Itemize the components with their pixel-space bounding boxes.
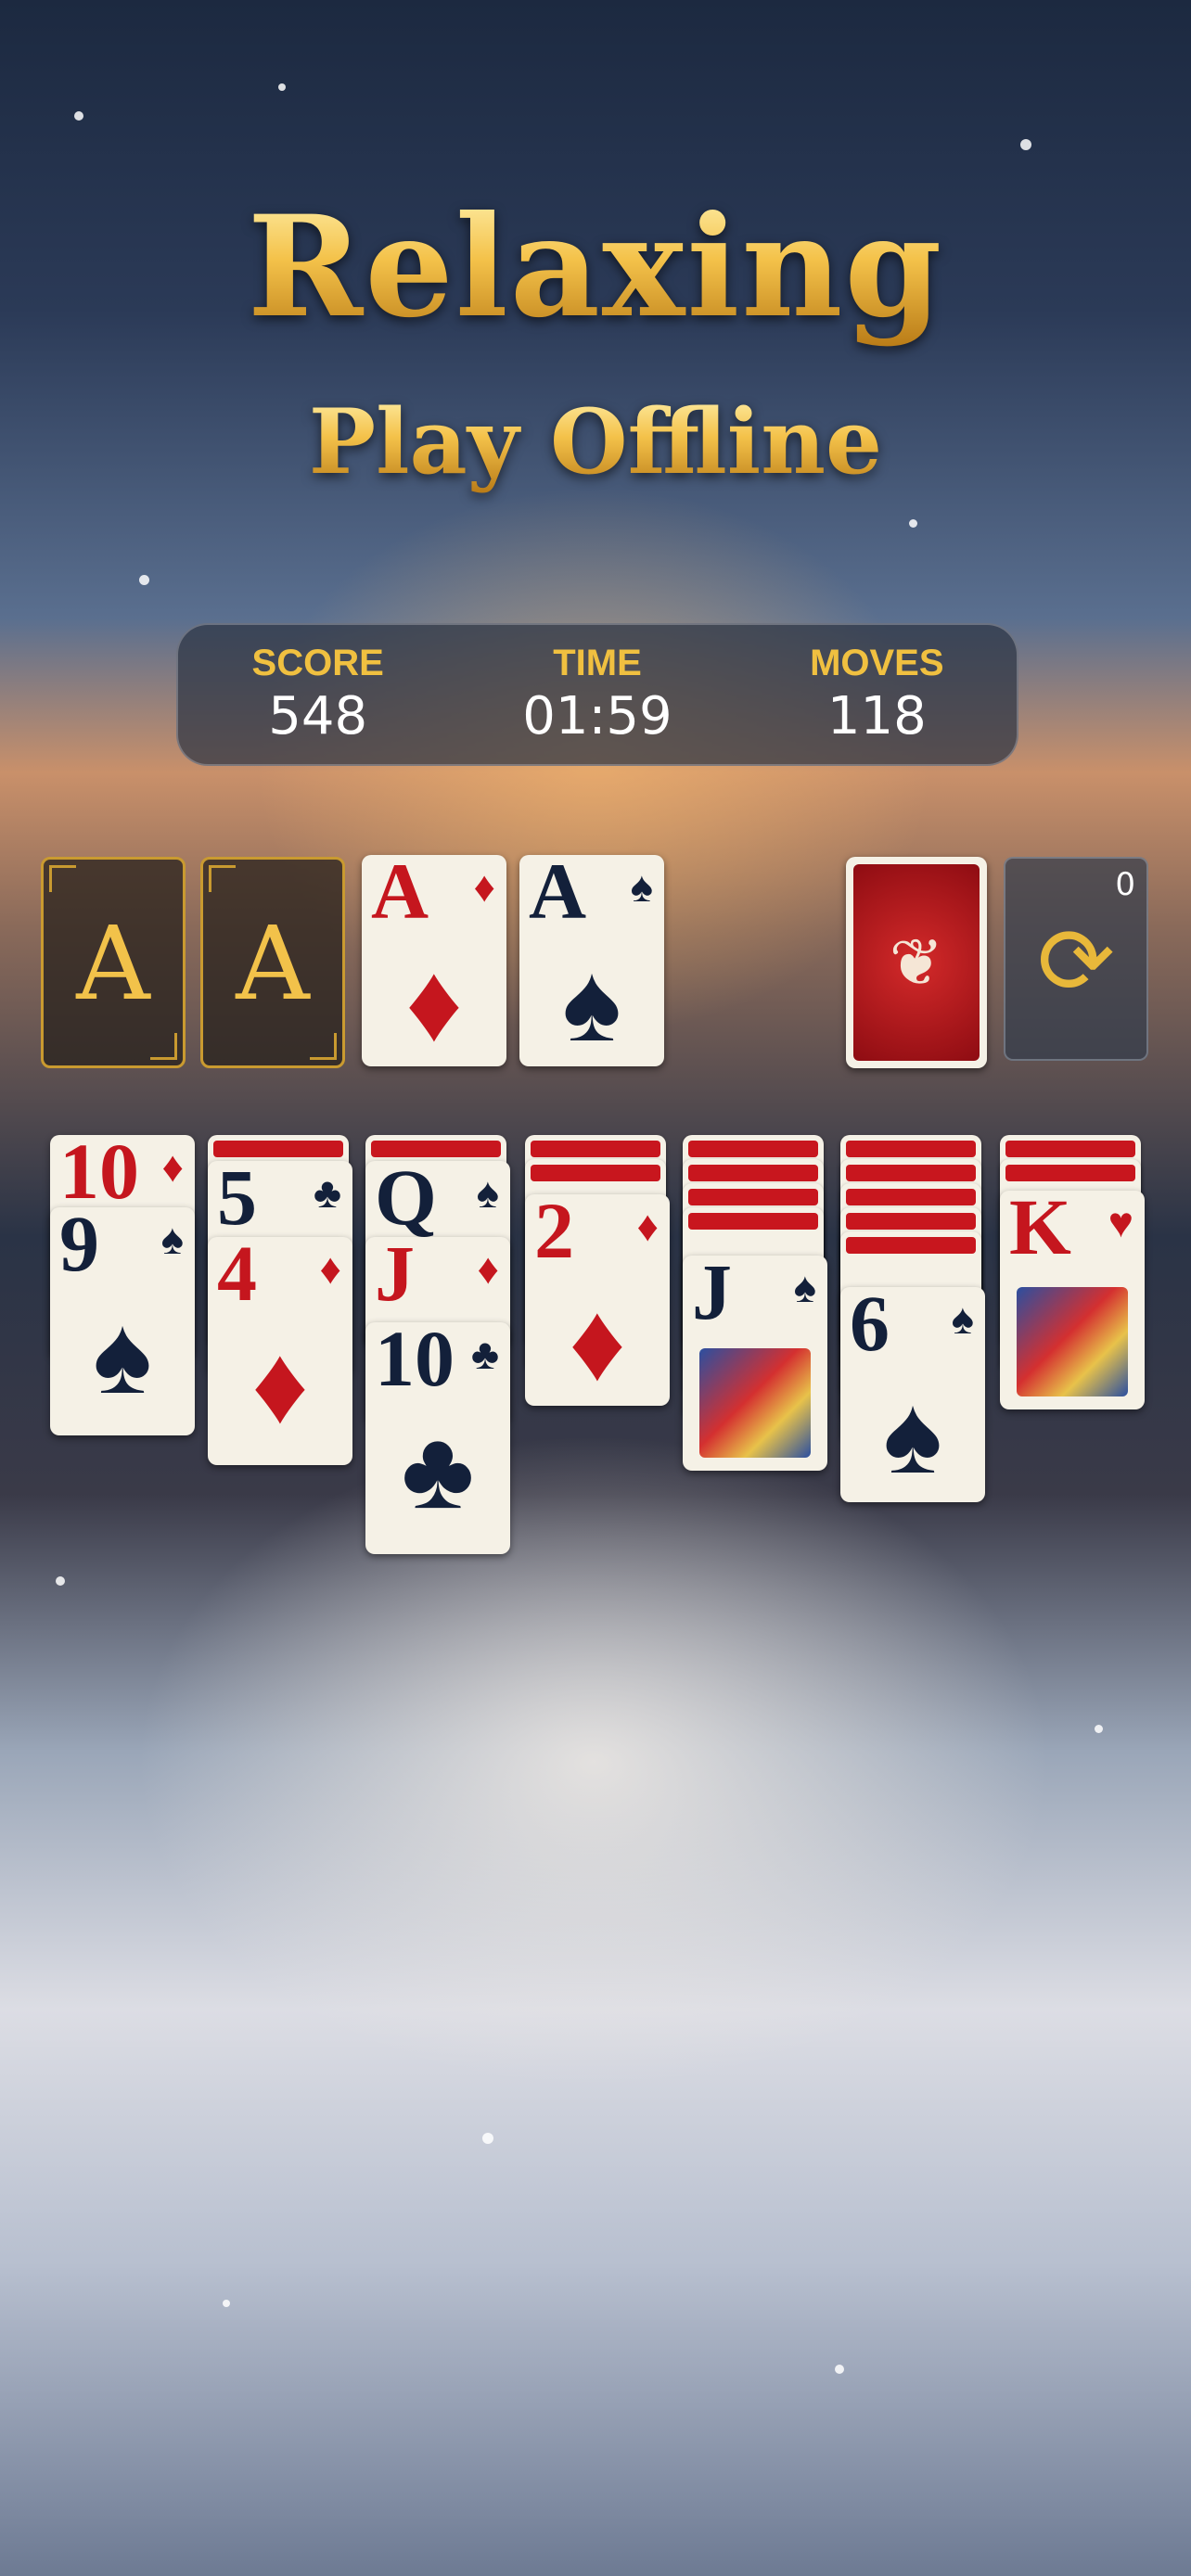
corner-ornament-icon — [209, 865, 236, 892]
diamond-icon: ♦ — [473, 863, 495, 911]
card-rank: 10 — [375, 1322, 455, 1403]
time-label: TIME — [553, 643, 642, 683]
club-icon: ♣ — [313, 1169, 341, 1217]
recycle-pile[interactable]: 0 ⟳ — [1004, 857, 1148, 1061]
tableau-card-K-hearts[interactable]: K ♥ — [1000, 1191, 1145, 1409]
diamond-icon: ♦ — [477, 1245, 499, 1293]
diamond-icon: ♦ — [319, 1245, 341, 1293]
card-rank: 9 — [59, 1207, 99, 1288]
card-back-ornament-icon: ❦ — [853, 864, 980, 1061]
stock-pile[interactable]: ❦ — [846, 857, 987, 1068]
foundation-empty-label: A — [76, 904, 150, 1023]
card-rank: 5 — [217, 1161, 257, 1242]
diamond-icon: ♦ — [251, 1323, 309, 1447]
spade-icon: ♠ — [93, 1294, 152, 1417]
snowflake — [1095, 1725, 1103, 1733]
spade-icon: ♠ — [476, 1169, 499, 1217]
tableau-card-10-clubs[interactable]: 10 ♣ ♣ — [365, 1322, 510, 1554]
snowflake — [223, 2300, 230, 2307]
time-stat: TIME 01:59 — [467, 643, 727, 746]
snowflake — [56, 1576, 65, 1586]
club-icon: ♣ — [470, 1331, 499, 1378]
foundation-slot-2[interactable]: A — [200, 857, 345, 1068]
jack-face-icon — [699, 1348, 811, 1458]
snowflake — [1020, 139, 1031, 150]
foundation-slot-1[interactable]: A — [41, 857, 186, 1068]
score-stat: SCORE 548 — [188, 643, 448, 746]
club-icon: ♣ — [401, 1409, 475, 1532]
tableau-card-6-spades[interactable]: 6 ♠ ♠ — [840, 1287, 985, 1502]
corner-ornament-icon — [310, 1033, 337, 1060]
moves-label: MOVES — [810, 643, 944, 683]
diamond-icon: ♦ — [161, 1143, 184, 1191]
time-value: 01:59 — [522, 686, 672, 746]
diamond-icon: ♦ — [636, 1203, 659, 1250]
score-bar: SCORE 548 TIME 01:59 MOVES 118 — [176, 623, 1018, 766]
snowflake — [278, 83, 286, 91]
snowflake — [835, 2365, 844, 2374]
foundation-card-ace-spades[interactable]: A ♠ ♠ — [519, 855, 664, 1066]
corner-ornament-icon — [150, 1033, 177, 1060]
snowflake — [74, 111, 83, 121]
diamond-icon: ♦ — [569, 1281, 626, 1404]
tableau-card-4-diamonds[interactable]: 4 ♦ ♦ — [208, 1237, 352, 1465]
card-rank: A — [371, 855, 429, 936]
recycle-icon: ⟳ — [1037, 907, 1115, 1015]
heart-icon: ♥ — [1108, 1199, 1133, 1246]
spade-icon: ♠ — [562, 941, 621, 1065]
card-rank: 6 — [850, 1287, 890, 1368]
snowflake — [482, 2133, 493, 2144]
moves-stat: MOVES 118 — [747, 643, 1006, 746]
spade-icon: ♠ — [630, 863, 653, 911]
moves-value: 118 — [826, 686, 927, 746]
tableau-card-J-spades[interactable]: J ♠ — [683, 1256, 827, 1471]
card-rank: 2 — [534, 1194, 574, 1275]
card-rank: J — [692, 1256, 732, 1336]
foundation-card-ace-diamonds[interactable]: A ♦ ♦ — [362, 855, 506, 1066]
card-rank: 4 — [217, 1237, 257, 1318]
card-rank: A — [529, 855, 587, 936]
recycle-count: 0 — [1115, 866, 1135, 903]
card-rank: K — [1009, 1191, 1071, 1271]
headline-subtitle: Play Offline — [0, 389, 1191, 494]
spade-icon: ♠ — [883, 1373, 942, 1497]
snowflake — [139, 575, 149, 585]
spade-icon: ♠ — [951, 1295, 974, 1343]
snowflake — [909, 519, 917, 528]
spade-icon: ♠ — [160, 1216, 184, 1263]
king-face-icon — [1017, 1287, 1128, 1396]
score-value: 548 — [268, 686, 368, 746]
tableau-card-2-diamonds[interactable]: 2 ♦ ♦ — [525, 1194, 670, 1406]
tableau-card-9-spades[interactable]: 9 ♠ ♠ — [50, 1207, 195, 1435]
card-rank: 10 — [59, 1135, 139, 1216]
score-label: SCORE — [251, 643, 384, 683]
spade-icon: ♠ — [793, 1264, 816, 1311]
diamond-icon: ♦ — [405, 941, 463, 1065]
corner-ornament-icon — [49, 865, 76, 892]
card-rank: Q — [375, 1161, 437, 1242]
headline-title: Relaxing — [0, 185, 1191, 349]
card-rank: J — [375, 1237, 415, 1318]
foundation-empty-label: A — [236, 904, 310, 1023]
